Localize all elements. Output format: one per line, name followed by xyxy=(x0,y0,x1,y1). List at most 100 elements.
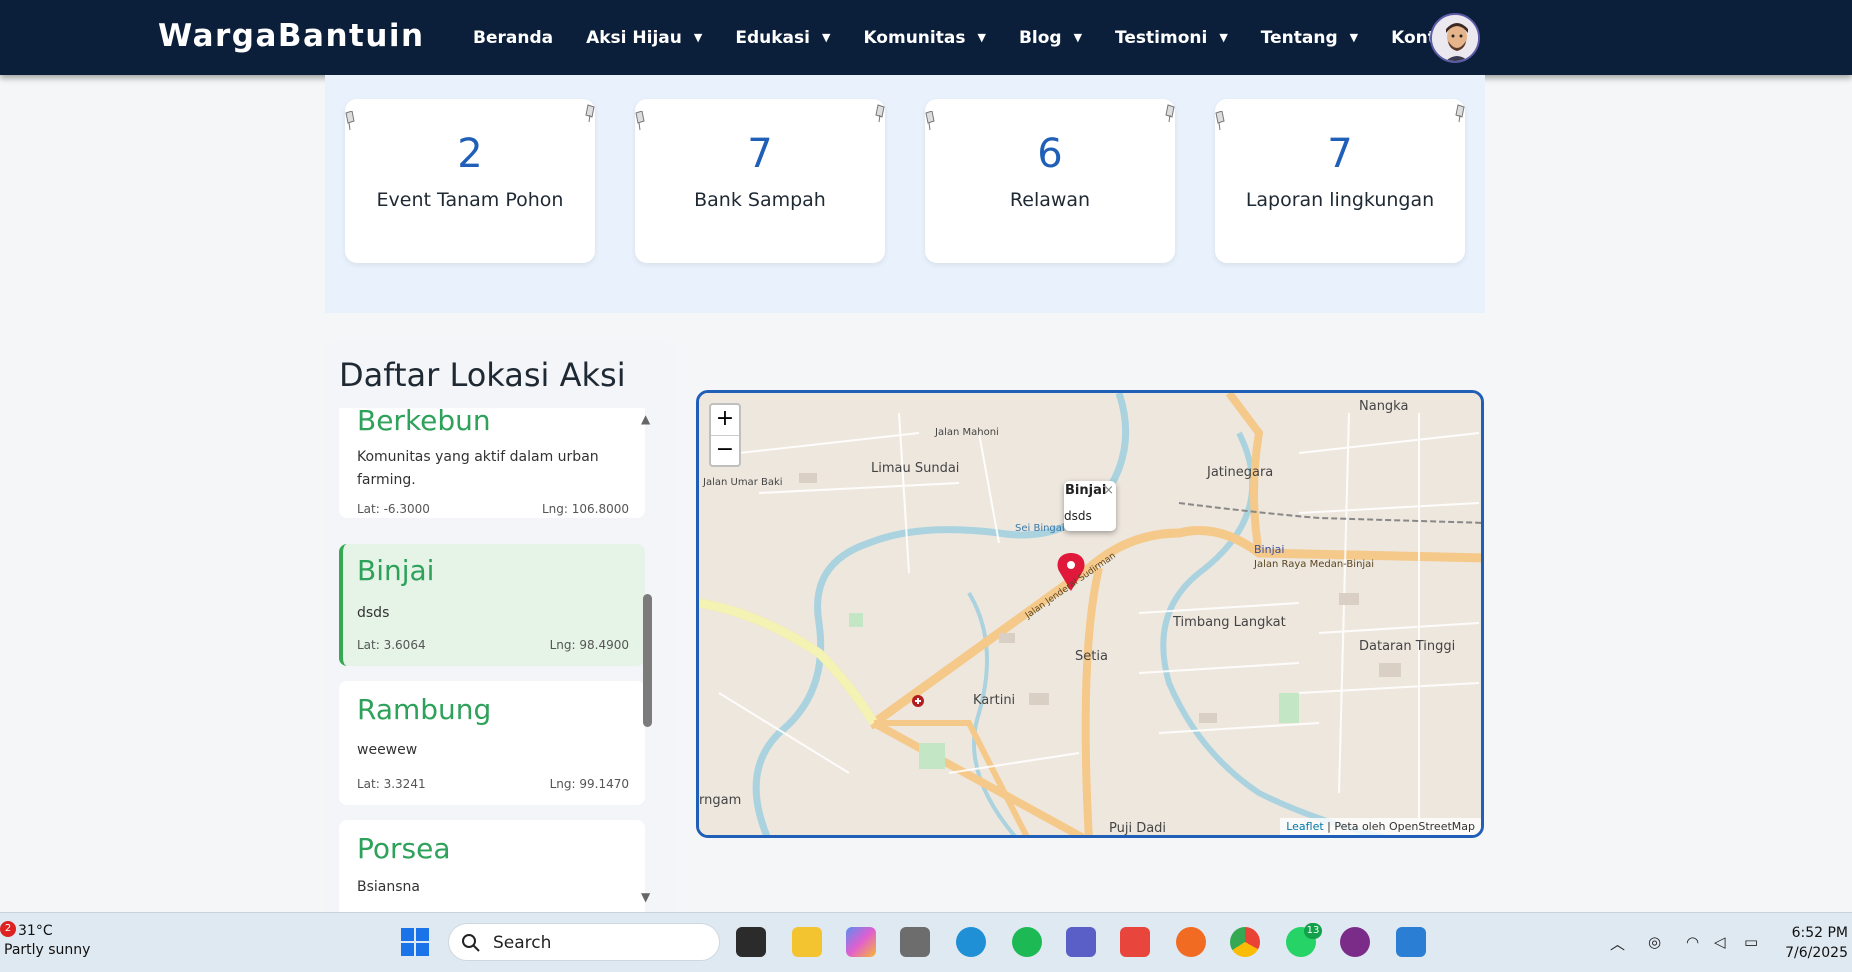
location-list-title: Daftar Lokasi Aksi xyxy=(339,356,626,394)
camera-icon[interactable] xyxy=(900,927,930,957)
taskbar-search[interactable]: Search xyxy=(448,923,720,961)
edge-icon[interactable] xyxy=(956,927,986,957)
chrome-icon[interactable] xyxy=(1230,927,1260,957)
stat-card-bank-sampah: 7 Bank Sampah xyxy=(635,99,885,263)
pin-icon xyxy=(585,104,595,123)
pin-icon xyxy=(875,104,885,123)
location-lng: Lng: 98.4900 xyxy=(549,638,629,652)
notification-badge: 2 xyxy=(0,921,16,937)
notification-badge: 13 xyxy=(1304,923,1322,939)
copilot-icon[interactable] xyxy=(846,927,876,957)
volume-icon[interactable]: ◁ xyxy=(1714,933,1726,951)
pin-icon xyxy=(925,111,935,131)
map-label: Kartini xyxy=(973,693,1016,708)
spotify-icon[interactable] xyxy=(1012,927,1042,957)
teams-icon[interactable] xyxy=(1066,927,1096,957)
pin-icon xyxy=(635,111,645,131)
stat-value: 7 xyxy=(1327,131,1353,177)
map-label: Sei Bingai xyxy=(1015,523,1065,534)
avatar[interactable] xyxy=(1430,13,1480,63)
scrollbar-thumb[interactable] xyxy=(643,594,652,727)
stat-value: 2 xyxy=(457,131,483,177)
search-label: Search xyxy=(493,933,552,953)
scroll-down-arrow[interactable]: ▼ xyxy=(641,890,650,904)
map-label: Nangka xyxy=(1359,399,1409,414)
map-label: rngam xyxy=(699,793,742,808)
windows-start-icon[interactable] xyxy=(400,927,430,957)
nav-item-testimoni[interactable]: Testimoni ▼ xyxy=(1115,28,1228,48)
stat-value: 6 xyxy=(1037,131,1063,177)
stat-card-event: 2 Event Tanam Pohon xyxy=(345,99,595,263)
zoom-in-button[interactable]: + xyxy=(711,405,739,435)
map-label: Jalan Umar Baki xyxy=(703,477,783,488)
map-label: Dataran Tinggi xyxy=(1359,639,1456,654)
map-label: Limau Sundai xyxy=(871,461,960,476)
location-desc: Bsiansna xyxy=(357,879,420,895)
stat-value: 7 xyxy=(747,131,773,177)
battery-icon[interactable]: ▭ xyxy=(1744,933,1758,951)
map-label: Puji Dadi xyxy=(1109,821,1167,836)
chevron-down-icon: ▼ xyxy=(1349,31,1359,44)
weather-temp: 31°C xyxy=(18,923,53,939)
stat-label: Event Tanam Pohon xyxy=(376,189,564,211)
pin-icon xyxy=(1165,104,1175,123)
map-label: Timbang Langkat xyxy=(1173,615,1286,630)
location-desc: dsds xyxy=(357,605,390,621)
nav-item-blog[interactable]: Blog ▼ xyxy=(1019,28,1082,48)
location-card-binjai[interactable]: Binjai dsds Lat: 3.6064 Lng: 98.4900 xyxy=(339,544,645,666)
nav-item-tentang[interactable]: Tentang ▼ xyxy=(1261,28,1358,48)
github-icon[interactable] xyxy=(1340,927,1370,957)
location-desc: Komunitas yang aktif dalam urban farming… xyxy=(357,449,599,488)
stat-label: Bank Sampah xyxy=(694,189,826,211)
navbar: WargaBantuin Beranda Aksi Hijau ▼ Edukasi… xyxy=(0,0,1852,75)
nav-item-edukasi[interactable]: Edukasi ▼ xyxy=(735,28,830,48)
chevron-down-icon: ▼ xyxy=(1073,31,1083,44)
chevron-up-icon[interactable]: ︿ xyxy=(1610,933,1625,954)
chevron-down-icon: ▼ xyxy=(693,31,703,44)
nav-menu: Beranda Aksi Hijau ▼ Edukasi ▼ Komunitas ▼ … xyxy=(473,0,1512,75)
zoom-control: + − xyxy=(709,403,741,467)
weather-widget[interactable]: 2 31°C Partly sunny xyxy=(0,921,91,958)
location-name: Binjai xyxy=(357,554,435,587)
location-card-rambung[interactable]: Rambung weewew Lat: 3.3241 Lng: 99.1470 xyxy=(339,681,645,805)
nav-item-beranda[interactable]: Beranda xyxy=(473,28,553,48)
wifi-icon[interactable]: ◠ xyxy=(1686,933,1699,951)
notepad-icon[interactable] xyxy=(1396,927,1426,957)
location-card-berkebun[interactable]: Berkebun Komunitas yang aktif dalam urba… xyxy=(339,408,645,518)
clock[interactable]: 6:52 PM 7/6/2025 xyxy=(1785,923,1848,963)
map-popup: Binjai × dsds xyxy=(1064,481,1116,531)
close-icon[interactable]: × xyxy=(1103,483,1114,498)
pin-icon xyxy=(1455,104,1465,123)
zoom-out-button[interactable]: − xyxy=(711,435,739,465)
brand-logo[interactable]: WargaBantuin xyxy=(158,18,425,54)
nav-item-komunitas[interactable]: Komunitas ▼ xyxy=(863,28,986,48)
location-lng: Lng: 99.1470 xyxy=(549,777,629,791)
scroll-up-arrow[interactable]: ▲ xyxy=(641,412,650,426)
pen-app-icon[interactable] xyxy=(1176,927,1206,957)
location-list[interactable]: Berkebun Komunitas yang aktif dalam urba… xyxy=(339,408,669,972)
leaflet-link[interactable]: Leaflet xyxy=(1286,820,1323,833)
map-label: Binjai xyxy=(1254,543,1285,556)
clock-time: 6:52 PM xyxy=(1791,925,1848,941)
popup-title: Binjai xyxy=(1065,483,1107,498)
network-icon[interactable]: ◎ xyxy=(1648,933,1661,951)
stat-card-relawan: 6 Relawan xyxy=(925,99,1175,263)
weather-desc: Partly sunny xyxy=(4,942,91,958)
location-lat: Lat: -6.3000 xyxy=(357,502,430,516)
taskbar: 2 31°C Partly sunny Search 13 ︿ ◎ ◠ ◁ ▭ … xyxy=(0,912,1852,972)
chevron-down-icon: ▼ xyxy=(977,31,986,44)
location-list-panel: Daftar Lokasi Aksi Berkebun Komunitas ya… xyxy=(325,342,675,972)
map[interactable]: Limau Sundai Jatinegara Binjai Jalan Ray… xyxy=(696,390,1484,838)
map-label: Jalan Mahoni xyxy=(935,427,999,438)
wps-icon[interactable] xyxy=(1120,927,1150,957)
stat-label: Laporan lingkungan xyxy=(1245,189,1435,211)
nav-item-aksi-hijau[interactable]: Aksi Hijau ▼ xyxy=(586,28,702,48)
attribution-text: | Peta oleh OpenStreetMap xyxy=(1323,820,1475,833)
map-label: Jalan Raya Medan-Binjai xyxy=(1254,559,1375,570)
popup-desc: dsds xyxy=(1064,509,1092,523)
pin-icon xyxy=(345,111,355,131)
file-explorer-icon[interactable] xyxy=(792,927,822,957)
task-view-icon[interactable] xyxy=(736,927,766,957)
pin-icon xyxy=(1215,111,1225,131)
search-icon xyxy=(462,934,480,952)
